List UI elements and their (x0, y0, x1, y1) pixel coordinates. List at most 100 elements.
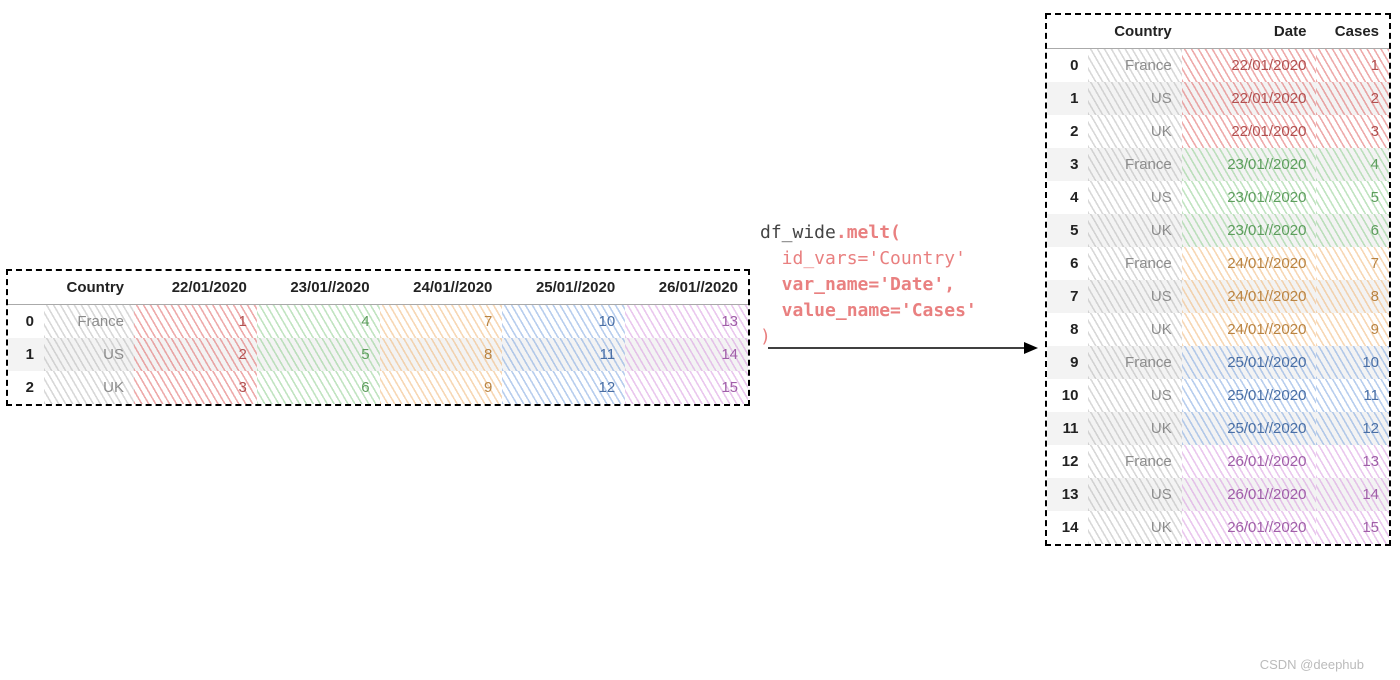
row-index: 8 (1047, 313, 1088, 346)
cell-country: US (1088, 379, 1181, 412)
cell-date: 24/01//2020 (1182, 280, 1317, 313)
cell-country: US (1088, 181, 1181, 214)
cell-date: 23/01//2020 (1182, 214, 1317, 247)
cell-cases: 9 (1316, 313, 1389, 346)
table-row: 0France22/01/20201 (1047, 49, 1389, 83)
table-row: 5UK23/01//20206 (1047, 214, 1389, 247)
cell-country: US (1088, 478, 1181, 511)
table-row: 9France25/01//202010 (1047, 346, 1389, 379)
table-row: 7US24/01//20208 (1047, 280, 1389, 313)
wide-dataframe: Country 22/01/2020 23/01//2020 24/01//20… (8, 271, 748, 404)
cell-value: 5 (257, 338, 380, 371)
long-header-cases: Cases (1316, 15, 1389, 49)
table-row: 2UK3691215 (8, 371, 748, 404)
row-index: 14 (1047, 511, 1088, 544)
table-row: 3France23/01//20204 (1047, 148, 1389, 181)
cell-value: 13 (625, 305, 748, 339)
cell-value: 7 (380, 305, 503, 339)
code-id-vars: id_vars='Country' (760, 248, 966, 269)
row-index: 1 (1047, 82, 1088, 115)
cell-value: 10 (502, 305, 625, 339)
cell-date: 22/01/2020 (1182, 82, 1317, 115)
cell-value: 6 (257, 371, 380, 404)
cell-date: 25/01//2020 (1182, 412, 1317, 445)
long-header-index (1047, 15, 1088, 49)
row-index: 0 (8, 305, 44, 339)
wide-header-index (8, 271, 44, 305)
wide-header-row: Country 22/01/2020 23/01//2020 24/01//20… (8, 271, 748, 305)
table-row: 8UK24/01//20209 (1047, 313, 1389, 346)
cell-country: UK (44, 371, 134, 404)
cell-date: 25/01//2020 (1182, 379, 1317, 412)
cell-country: UK (1088, 313, 1181, 346)
table-row: 10US25/01//202011 (1047, 379, 1389, 412)
row-index: 0 (1047, 49, 1088, 83)
cell-country: US (44, 338, 134, 371)
cell-country: US (1088, 280, 1181, 313)
row-index: 1 (8, 338, 44, 371)
code-var-name: var_name='Date', (760, 274, 955, 295)
long-header-country: Country (1088, 15, 1181, 49)
row-index: 13 (1047, 478, 1088, 511)
table-row: 11UK25/01//202012 (1047, 412, 1389, 445)
row-index: 5 (1047, 214, 1088, 247)
code-df: df_wide (760, 222, 836, 243)
wide-header-date-3: 25/01//2020 (502, 271, 625, 305)
wide-header-date-4: 26/01//2020 (625, 271, 748, 305)
cell-cases: 7 (1316, 247, 1389, 280)
cell-value: 11 (502, 338, 625, 371)
cell-cases: 15 (1316, 511, 1389, 544)
cell-cases: 13 (1316, 445, 1389, 478)
row-index: 2 (8, 371, 44, 404)
long-header-date: Date (1182, 15, 1317, 49)
row-index: 12 (1047, 445, 1088, 478)
cell-date: 26/01//2020 (1182, 445, 1317, 478)
cell-cases: 10 (1316, 346, 1389, 379)
cell-date: 26/01//2020 (1182, 511, 1317, 544)
cell-country: France (1088, 445, 1181, 478)
cell-date: 23/01//2020 (1182, 181, 1317, 214)
table-row: 13US26/01//202014 (1047, 478, 1389, 511)
cell-date: 22/01/2020 (1182, 115, 1317, 148)
cell-value: 2 (134, 338, 257, 371)
row-index: 7 (1047, 280, 1088, 313)
table-row: 2UK22/01/20203 (1047, 115, 1389, 148)
table-row: 14UK26/01//202015 (1047, 511, 1389, 544)
wide-header-date-2: 24/01//2020 (380, 271, 503, 305)
table-row: 4US23/01//20205 (1047, 181, 1389, 214)
long-dataframe: Country Date Cases 0France22/01/202011US… (1047, 15, 1389, 544)
cell-date: 23/01//2020 (1182, 148, 1317, 181)
code-value-name: value_name='Cases' (760, 300, 977, 321)
cell-cases: 4 (1316, 148, 1389, 181)
wide-header-date-1: 23/01//2020 (257, 271, 380, 305)
row-index: 3 (1047, 148, 1088, 181)
wide-header-date-0: 22/01/2020 (134, 271, 257, 305)
cell-country: France (1088, 148, 1181, 181)
cell-country: US (1088, 82, 1181, 115)
cell-cases: 6 (1316, 214, 1389, 247)
row-index: 9 (1047, 346, 1088, 379)
table-row: 0France1471013 (8, 305, 748, 339)
cell-country: UK (1088, 412, 1181, 445)
cell-value: 15 (625, 371, 748, 404)
cell-cases: 1 (1316, 49, 1389, 83)
cell-date: 24/01//2020 (1182, 247, 1317, 280)
cell-country: France (1088, 346, 1181, 379)
cell-country: France (1088, 247, 1181, 280)
row-index: 10 (1047, 379, 1088, 412)
row-index: 4 (1047, 181, 1088, 214)
table-row: 1US22/01/20202 (1047, 82, 1389, 115)
wide-table: Country 22/01/2020 23/01//2020 24/01//20… (6, 269, 750, 406)
cell-country: UK (1088, 214, 1181, 247)
cell-cases: 8 (1316, 280, 1389, 313)
code-melt-call: .melt( (836, 222, 901, 243)
watermark-text: CSDN @deephub (1260, 657, 1364, 672)
cell-value: 14 (625, 338, 748, 371)
row-index: 2 (1047, 115, 1088, 148)
cell-cases: 3 (1316, 115, 1389, 148)
cell-date: 22/01/2020 (1182, 49, 1317, 83)
wide-header-country: Country (44, 271, 134, 305)
arrow-icon (768, 338, 1038, 358)
cell-date: 25/01//2020 (1182, 346, 1317, 379)
cell-value: 4 (257, 305, 380, 339)
